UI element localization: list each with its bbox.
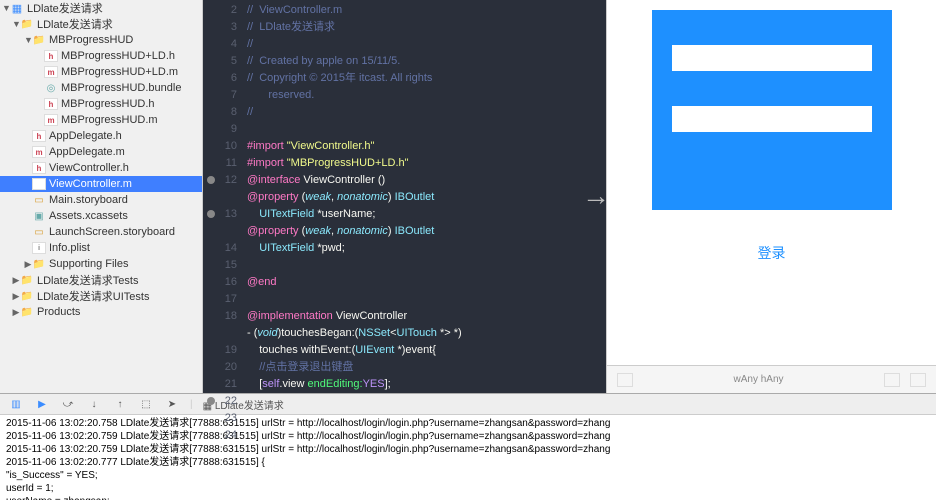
group-tests[interactable]: ▶📁LDlate发送请求Tests [0,272,202,288]
step-over-icon[interactable]: ⤻ [60,397,76,411]
file-item[interactable]: ▭LaunchScreen.storyboard [0,224,202,240]
assets-icon: ▣ [32,210,46,222]
group-uitests[interactable]: ▶📁LDlate发送请求UITests [0,288,202,304]
entry-arrow-icon: → [582,180,610,212]
file-item[interactable]: ▣Assets.xcassets [0,208,202,224]
tree-label: ViewController.h [49,162,129,174]
file-item[interactable]: ◎MBProgressHUD.bundle [0,80,202,96]
file-item[interactable]: ▭Main.storyboard [0,192,202,208]
file-item[interactable]: hAppDelegate.h [0,128,202,144]
tree-label: LDlate发送请求 [27,0,103,16]
code-editor[interactable]: 23456789101112131415161718192021222324 /… [203,0,606,393]
tree-label: LaunchScreen.storyboard [49,226,175,238]
folder-icon: 📁 [32,34,46,46]
folder-icon: 📁 [20,306,34,318]
impl-icon: m [32,178,46,190]
interface-builder-preview: → 登录 wAny hAny [606,0,936,393]
storyboard-icon: ▭ [32,226,46,238]
size-class-label[interactable]: wAny hAny [643,374,874,385]
impl-icon: m [44,114,58,126]
tree-label: AppDelegate.m [49,146,125,158]
tree-label: MBProgressHUD.bundle [61,82,181,94]
group-products[interactable]: ▶📁Products [0,304,202,320]
file-item[interactable]: hViewController.h [0,160,202,176]
header-icon: h [32,130,46,142]
file-item-selected[interactable]: mViewController.m [0,176,202,192]
tree-label: AppDelegate.h [49,130,122,142]
debug-console[interactable]: 2015-11-06 13:02:20.758 LDlate发送请求[77888… [0,415,936,500]
group-supporting[interactable]: ▶📁Supporting Files [0,256,202,272]
impl-icon: m [44,66,58,78]
tree-label: ViewController.m [49,178,132,190]
divider: | [190,399,193,410]
view-debug-icon[interactable]: ⬚ [138,397,154,411]
impl-icon: m [32,146,46,158]
folder-icon: 📁 [20,290,34,302]
panel-toggle-icon[interactable] [617,373,633,387]
debug-toolbar: ▥ ▶ ⤻ ↓ ↑ ⬚ ➤ | ▦ LDlate发送请求 [0,393,936,415]
tree-label: LDlate发送请求 [37,16,113,32]
tree-label: MBProgressHUD.h [61,98,155,110]
file-item[interactable]: mAppDelegate.m [0,144,202,160]
project-navigator[interactable]: ▼▦LDlate发送请求 ▼📁LDlate发送请求 ▼📁MBProgressHU… [0,0,203,393]
login-panel [652,10,892,210]
folder-icon: 📁 [20,274,34,286]
layout-icon[interactable] [884,373,900,387]
code-content[interactable]: // ViewController.m// LDlate发送请求//// Cre… [243,0,606,393]
tree-label: MBProgressHUD+LD.m [61,66,178,78]
bundle-icon: ◎ [44,82,58,94]
storyboard-icon: ▭ [32,194,46,206]
file-item[interactable]: hMBProgressHUD+LD.h [0,48,202,64]
view-controller[interactable]: 登录 [642,10,902,271]
tree-label: Supporting Files [49,258,129,270]
file-item[interactable]: iInfo.plist [0,240,202,256]
file-item[interactable]: mMBProgressHUD+LD.m [0,64,202,80]
tree-label: LDlate发送请求Tests [37,272,138,288]
gutter: 23456789101112131415161718192021222324 [203,0,243,393]
login-button[interactable]: 登录 [657,235,887,271]
tree-label: Info.plist [49,242,90,254]
file-item[interactable]: mMBProgressHUD.m [0,112,202,128]
canvas[interactable]: → 登录 [607,0,936,365]
password-field[interactable] [672,106,872,132]
project-icon: ▦ [10,2,24,14]
project-root[interactable]: ▼▦LDlate发送请求 [0,0,202,16]
folder-icon: 📁 [32,258,46,270]
continue-icon[interactable]: ▶ [34,397,50,411]
header-icon: h [44,98,58,110]
header-icon: h [32,162,46,174]
hide-debug-icon[interactable]: ▥ [8,397,24,411]
tree-label: MBProgressHUD [49,34,133,46]
tree-label: Main.storyboard [49,194,128,206]
username-field[interactable] [672,45,872,71]
tree-label: MBProgressHUD.m [61,114,158,126]
folder-icon: 📁 [20,18,34,30]
header-icon: h [44,50,58,62]
layout-icon[interactable] [910,373,926,387]
group-progresshud[interactable]: ▼📁MBProgressHUD [0,32,202,48]
tree-label: Assets.xcassets [49,210,128,222]
step-in-icon[interactable]: ↓ [86,397,102,411]
tree-label: MBProgressHUD+LD.h [61,50,175,62]
step-out-icon[interactable]: ↑ [112,397,128,411]
tree-label: Products [37,306,80,318]
file-item[interactable]: hMBProgressHUD.h [0,96,202,112]
group-main[interactable]: ▼📁LDlate发送请求 [0,16,202,32]
plist-icon: i [32,242,46,254]
tree-label: LDlate发送请求UITests [37,288,149,304]
location-icon[interactable]: ➤ [164,397,180,411]
size-class-bar[interactable]: wAny hAny [607,365,936,393]
